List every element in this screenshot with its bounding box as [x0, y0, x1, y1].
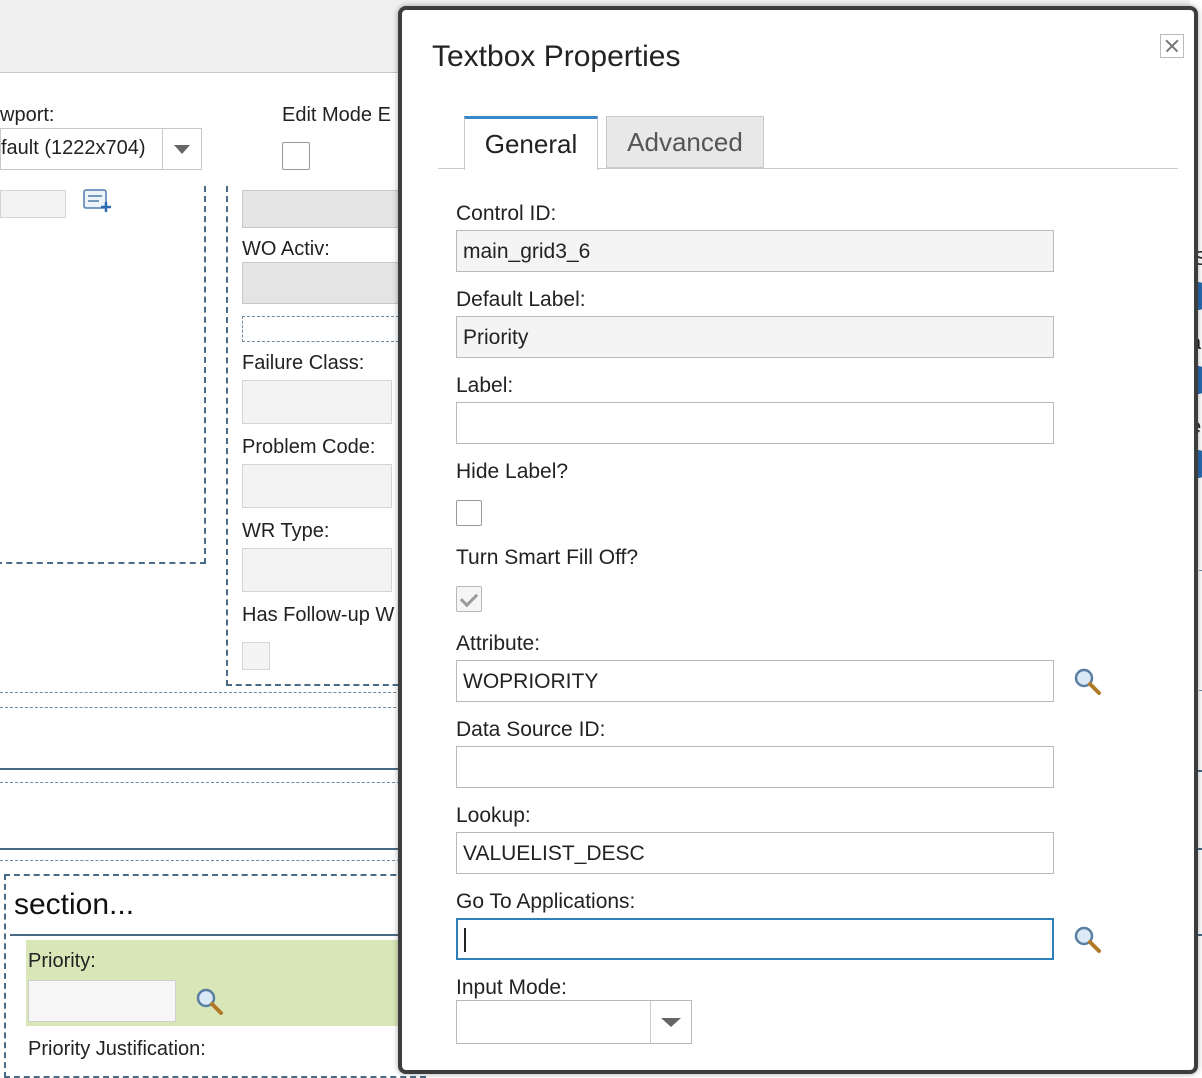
- control-id-label: Control ID:: [456, 202, 557, 225]
- viewport-label: wport:: [0, 104, 55, 126]
- attribute-field[interactable]: WOPRIORITY: [456, 660, 1054, 702]
- section-band-3: [0, 860, 420, 861]
- wr-type-label: WR Type:: [242, 520, 330, 542]
- smart-fill-checkbox[interactable]: [456, 586, 482, 612]
- viewport-select[interactable]: fault (1222x704): [0, 128, 202, 170]
- has-follow-up-checkbox[interactable]: [242, 642, 270, 670]
- search-icon[interactable]: [194, 986, 224, 1016]
- designer-left-panel: [0, 186, 206, 564]
- empty-drop-zone: [242, 316, 404, 342]
- smart-fill-label: Turn Smart Fill Off?: [456, 546, 639, 569]
- viewport-select-value: fault (1222x704): [1, 137, 146, 159]
- problem-code-field[interactable]: [242, 464, 392, 508]
- section-band-2: [0, 782, 420, 783]
- text-caret: [464, 928, 466, 952]
- failure-class-label: Failure Class:: [242, 352, 365, 374]
- tab-advanced-label: Advanced: [627, 126, 743, 157]
- applications-search-icon[interactable]: [1072, 924, 1102, 954]
- edit-mode-label: Edit Mode E: [282, 104, 391, 126]
- input-mode-select[interactable]: [456, 1000, 692, 1044]
- section-title: section...: [14, 888, 135, 921]
- attribute-search-icon[interactable]: [1072, 666, 1102, 696]
- edit-mode-checkbox[interactable]: [282, 142, 310, 170]
- has-follow-up-label: Has Follow-up W: [242, 604, 395, 626]
- tab-advanced[interactable]: Advanced: [606, 116, 764, 168]
- priority-field[interactable]: [28, 980, 176, 1022]
- top-field: [242, 190, 404, 228]
- left-field: [0, 190, 66, 218]
- control-id-field: main_grid3_6: [456, 230, 1054, 272]
- textbox-properties-dialog: Textbox Properties General Advanced Cont…: [398, 6, 1198, 1074]
- section-divider-1: [0, 768, 420, 770]
- label-label: Label:: [456, 374, 514, 397]
- dialog-title: Textbox Properties: [432, 40, 681, 73]
- problem-code-label: Problem Code:: [242, 436, 376, 458]
- section-title-divider: [10, 934, 420, 936]
- go-to-applications-field[interactable]: [456, 918, 1054, 960]
- attribute-label: Attribute:: [456, 632, 541, 655]
- edit-note-icon[interactable]: [82, 188, 116, 214]
- section-band-1: [0, 692, 421, 708]
- chevron-down-icon: [650, 1001, 691, 1043]
- default-label-label: Default Label:: [456, 288, 586, 311]
- priority-justification-label: Priority Justification:: [28, 1038, 206, 1060]
- wr-type-field[interactable]: [242, 548, 392, 592]
- input-mode-label: Input Mode:: [456, 976, 567, 999]
- hide-label-label: Hide Label?: [456, 460, 569, 483]
- go-to-applications-label: Go To Applications:: [456, 890, 636, 913]
- section-divider-2: [0, 848, 420, 850]
- failure-class-field[interactable]: [242, 380, 392, 424]
- data-source-id-label: Data Source ID:: [456, 718, 606, 741]
- chevron-down-icon: [162, 129, 201, 169]
- close-icon[interactable]: [1160, 34, 1184, 58]
- label-field[interactable]: [456, 402, 1054, 444]
- tab-general[interactable]: General: [464, 116, 598, 170]
- data-source-id-field[interactable]: [456, 746, 1054, 788]
- default-label-field: Priority: [456, 316, 1054, 358]
- priority-label: Priority:: [28, 950, 96, 972]
- wo-activ-label: WO Activ:: [242, 238, 330, 260]
- tab-general-label: General: [484, 129, 578, 159]
- hide-label-checkbox[interactable]: [456, 500, 482, 526]
- wo-activ-field[interactable]: [242, 262, 404, 304]
- lookup-field[interactable]: VALUELIST_DESC: [456, 832, 1054, 874]
- lookup-label: Lookup:: [456, 804, 531, 827]
